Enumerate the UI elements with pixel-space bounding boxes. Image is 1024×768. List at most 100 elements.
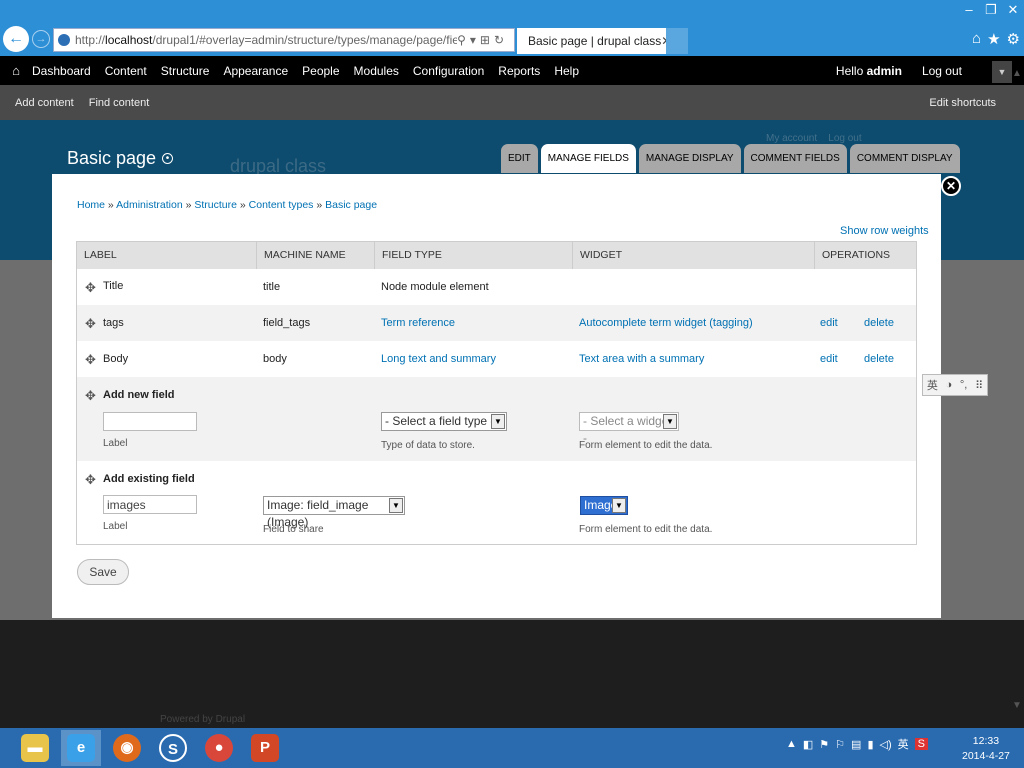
tray-app-icon[interactable]: ◧	[803, 738, 813, 751]
row-edit-link[interactable]: edit	[820, 353, 838, 365]
overlay-title: Basic page •	[67, 148, 174, 169]
shortcut-add-icon[interactable]: •	[162, 153, 174, 164]
restore-icon[interactable]: ❐	[980, 0, 1002, 20]
drag-handle-icon[interactable]: ✥	[85, 388, 96, 404]
breadcrumb-home[interactable]: Home	[77, 199, 105, 211]
page-scrollbar[interactable]: ▲ ▼	[1010, 62, 1024, 728]
breadcrumb-basic-page[interactable]: Basic page	[325, 199, 377, 211]
table-row: ✥ Body body Long text and summary Text a…	[77, 341, 916, 377]
taskbar-internet-explorer[interactable]: e	[61, 730, 101, 766]
toolbar-item-appearance[interactable]: Appearance	[223, 64, 288, 78]
toolbar-item-structure[interactable]: Structure	[161, 64, 210, 78]
browser-titlebar: – ❐ ✕ ← → http://localhost/drupal1/#over…	[0, 0, 1024, 62]
new-field-widget-desc: Form element to edit the data.	[579, 440, 713, 451]
hello-user: Hello admin	[835, 63, 902, 78]
toolbar-item-reports[interactable]: Reports	[498, 64, 540, 78]
toolbar-item-people[interactable]: People	[302, 64, 339, 78]
site-favicon-icon	[58, 34, 70, 46]
existing-field-select[interactable]: Image: field_image (Image) ▼	[263, 496, 405, 529]
toolbar-item-help[interactable]: Help	[554, 64, 579, 78]
row-delete-link[interactable]: delete	[864, 317, 894, 329]
edit-shortcuts-link[interactable]: Edit shortcuts	[929, 97, 996, 109]
breadcrumb-content-types[interactable]: Content types	[249, 199, 314, 211]
home-icon[interactable]: ⌂	[972, 30, 981, 48]
row-widget-link[interactable]: Text area with a summary	[579, 353, 704, 365]
toolbar-item-modules[interactable]: Modules	[354, 64, 399, 78]
existing-widget-select[interactable]: Image ▼	[580, 496, 628, 515]
drag-handle-icon[interactable]: ✥	[85, 352, 96, 368]
ime-mode-icon[interactable]: ◑	[946, 379, 953, 391]
settings-gear-icon[interactable]: ⚙	[1007, 30, 1020, 48]
drag-handle-icon[interactable]: ✥	[85, 280, 96, 296]
show-row-weights-link[interactable]: Show row weights	[840, 225, 929, 237]
back-button[interactable]: ←	[3, 26, 29, 52]
header-operations: OPERATIONS	[814, 242, 916, 269]
taskbar-powerpoint[interactable]: P	[245, 730, 285, 766]
toolbar-item-configuration[interactable]: Configuration	[413, 64, 484, 78]
internet-explorer-icon: e	[67, 734, 95, 762]
tray-flag-icon[interactable]: ⚐	[835, 738, 845, 751]
ime-toolbar[interactable]: 英 ◑ °, ⠿	[922, 374, 988, 396]
ime-punct-icon[interactable]: °,	[960, 379, 967, 391]
browser-tab[interactable]: Basic page | drupal class ✕	[517, 28, 671, 54]
chrome-icon: ●	[205, 734, 233, 762]
tray-language-icon[interactable]: 英	[898, 736, 909, 752]
new-field-label-input[interactable]	[103, 412, 197, 431]
shortcut-add-content[interactable]: Add content	[15, 97, 74, 109]
shortcut-find-content[interactable]: Find content	[89, 97, 150, 109]
new-field-label-desc: Label	[103, 438, 128, 449]
row-delete-link[interactable]: delete	[864, 353, 894, 365]
tray-volume-icon[interactable]: ◁)	[880, 738, 892, 751]
close-window-icon[interactable]: ✕	[1002, 0, 1024, 20]
drag-handle-icon[interactable]: ✥	[85, 316, 96, 332]
scroll-up-icon[interactable]: ▲	[1012, 68, 1022, 79]
address-bar[interactable]: http://localhost/drupal1/#overlay=admin/…	[53, 28, 515, 52]
taskbar-app-s[interactable]: S	[153, 730, 193, 766]
row-field-type-link[interactable]: Long text and summary	[381, 353, 496, 365]
taskbar-firefox[interactable]: ◉	[107, 730, 147, 766]
forward-button[interactable]: →	[32, 30, 50, 48]
row-label: tags	[103, 317, 124, 329]
folder-icon: ▬	[21, 734, 49, 762]
new-field-widget-select[interactable]: - Select a widget - ▼	[579, 412, 679, 445]
taskbar-clock[interactable]: 12:33 2014-4-27	[962, 734, 1010, 764]
toolbar-item-dashboard[interactable]: Dashboard	[32, 64, 91, 78]
new-field-type-select[interactable]: - Select a field type - ▼	[381, 412, 507, 431]
tray-battery-icon[interactable]: ▮	[867, 738, 873, 751]
ime-lang-icon[interactable]: 英	[927, 377, 938, 393]
chevron-down-icon: ▼	[663, 414, 677, 429]
toolbar-item-content[interactable]: Content	[105, 64, 147, 78]
save-button[interactable]: Save	[77, 559, 129, 585]
new-tab-button[interactable]	[666, 28, 688, 54]
existing-field-label-input[interactable]	[103, 495, 197, 514]
row-widget-link[interactable]: Autocomplete term widget (tagging)	[579, 317, 753, 329]
taskbar-file-explorer[interactable]: ▬	[15, 730, 55, 766]
tab-comment-display[interactable]: Comment display	[849, 144, 960, 173]
tab-manage-display[interactable]: Manage display	[638, 144, 741, 173]
taskbar-chrome[interactable]: ●	[199, 730, 239, 766]
overlay-close-icon[interactable]: ✕	[941, 176, 961, 196]
shortcuts-toggle-icon[interactable]: ▼	[992, 61, 1012, 83]
scroll-down-icon[interactable]: ▼	[1012, 700, 1022, 711]
minimize-icon[interactable]: –	[958, 0, 980, 20]
row-field-type-link[interactable]: Term reference	[381, 317, 455, 329]
tray-network-icon[interactable]: ▤	[851, 738, 861, 751]
drag-handle-icon[interactable]: ✥	[85, 472, 96, 488]
username-link[interactable]: admin	[867, 64, 902, 78]
favorites-star-icon[interactable]: ★	[987, 30, 1000, 48]
row-machine-name: body	[263, 353, 287, 365]
breadcrumb-administration[interactable]: Administration	[116, 199, 183, 211]
tray-s-icon[interactable]: S	[914, 738, 928, 750]
tab-comment-fields[interactable]: Comment fields	[743, 144, 847, 173]
tray-action-center-icon[interactable]: ⚑	[819, 738, 829, 751]
tray-expand-icon[interactable]: ▲	[786, 738, 797, 750]
fields-table: LABEL MACHINE NAME FIELD TYPE WIDGET OPE…	[76, 241, 917, 545]
address-actions-icon[interactable]: ⚲▾⊞↻	[457, 33, 514, 47]
breadcrumb-structure[interactable]: Structure	[194, 199, 237, 211]
ime-menu-icon[interactable]: ⠿	[975, 379, 983, 392]
tab-manage-fields[interactable]: Manage fields	[540, 144, 636, 173]
toolbar-home-icon[interactable]: ⌂	[0, 63, 32, 78]
tab-edit[interactable]: Edit	[501, 144, 538, 173]
toolbar-logout-link[interactable]: Log out	[922, 64, 962, 78]
row-edit-link[interactable]: edit	[820, 317, 838, 329]
